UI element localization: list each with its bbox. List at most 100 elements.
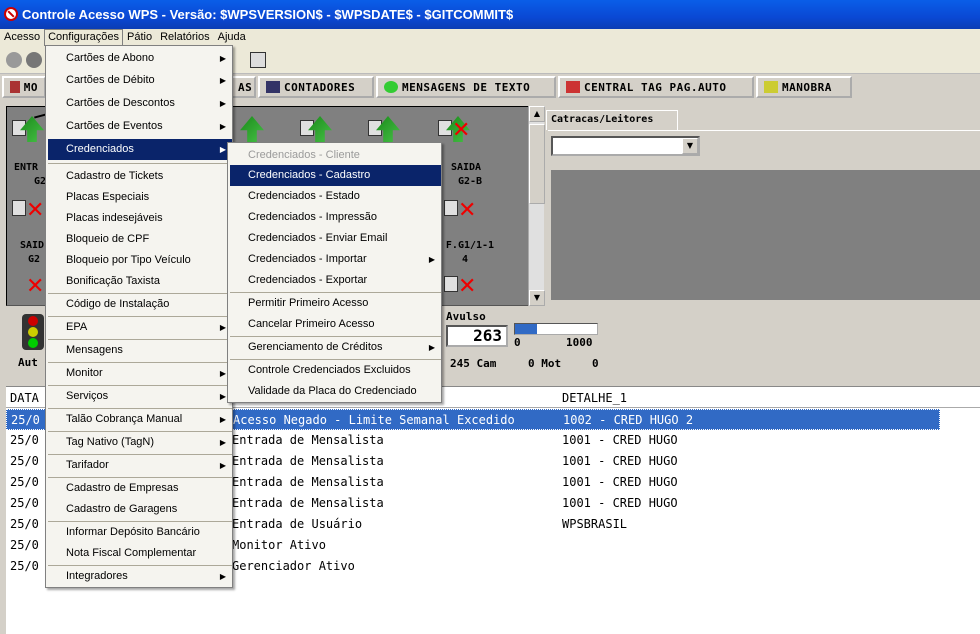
menu-item-tag-nativo[interactable]: Tag Nativo (TagN) ▶ xyxy=(48,432,232,453)
menu-item-cartoes-debito[interactable]: Cartões de Débito ▶ xyxy=(48,70,232,91)
menu-item-servicos[interactable]: Serviços ▶ xyxy=(48,386,232,407)
menu-item-permitir-primeiro-acesso[interactable]: Permitir Primeiro Acesso xyxy=(230,293,441,314)
log-event: Gerenciador Ativo xyxy=(232,559,355,573)
chevron-down-icon[interactable]: ▼ xyxy=(682,138,698,154)
log-event: Entrada de Mensalista xyxy=(232,454,384,468)
gate-label: SAIDA xyxy=(450,162,482,173)
menu-item-codigo-instalacao[interactable]: Código de Instalação xyxy=(48,294,232,315)
window-title: Controle Acesso WPS - Versão: $WPSVERSIO… xyxy=(22,7,514,22)
progress-min: 0 xyxy=(514,336,521,349)
log-event: Entrada de Mensalista xyxy=(232,475,384,489)
menu-item-cred-impressao[interactable]: Credenciados - Impressão xyxy=(230,207,441,228)
chevron-right-icon: ▶ xyxy=(219,76,226,85)
chevron-right-icon: ▶ xyxy=(219,415,226,424)
log-detail: WPSBRASIL xyxy=(562,517,628,531)
menu-item-cartoes-eventos[interactable]: Cartões de Eventos ▶ xyxy=(48,116,232,137)
menu-item-cartoes-descontos[interactable]: Cartões de Descontos ▶ xyxy=(48,93,232,114)
menu-item-placas-indesejaveis[interactable]: Placas indesejáveis xyxy=(48,208,232,229)
gate-exit-icon[interactable]: ✕ xyxy=(444,196,482,230)
menu-item-cred-cadastro[interactable]: Credenciados - Cadastro xyxy=(230,165,441,186)
menu-item-cadastro-garagens[interactable]: Cadastro de Garagens xyxy=(48,499,232,520)
counter-icon xyxy=(266,81,280,93)
log-detail: 1001 - CRED HUGO xyxy=(562,496,678,510)
chevron-right-icon: ▶ xyxy=(219,145,226,154)
scroll-up-icon[interactable]: ▲ xyxy=(529,106,545,122)
avulso-label: Avulso xyxy=(446,310,486,323)
gate-label: 4 xyxy=(462,254,469,265)
menu-item-cartoes-abono[interactable]: Cartões de Abono ▶ xyxy=(48,48,232,69)
gate-exit-icon[interactable]: ✕ xyxy=(438,116,476,150)
menu-acesso[interactable]: Acesso xyxy=(0,29,44,46)
tab-mensagens[interactable]: MENSAGENS DE TEXTO xyxy=(376,76,556,98)
key-icon xyxy=(764,81,778,93)
chevron-right-icon: ▶ xyxy=(219,323,226,332)
menu-item-cancelar-primeiro-acesso[interactable]: Cancelar Primeiro Acesso xyxy=(230,314,441,335)
menu-item-tarifador[interactable]: Tarifador ▶ xyxy=(48,455,232,476)
gate-exit-icon[interactable]: ✕ xyxy=(444,272,482,306)
menu-item-controle-excluidos[interactable]: Controle Credenciados Excluidos xyxy=(230,360,441,381)
log-event: Entrada de Usuário xyxy=(232,517,363,531)
log-date: 25/0 xyxy=(10,496,39,510)
menu-item-credenciados[interactable]: Credenciados ▶ xyxy=(48,139,232,160)
menu-ajuda[interactable]: Ajuda xyxy=(214,29,250,46)
chevron-right-icon: ▶ xyxy=(219,122,226,131)
chevron-right-icon: ▶ xyxy=(219,438,226,447)
log-detail: 1001 - CRED HUGO xyxy=(562,454,678,468)
col-data[interactable]: DATA xyxy=(10,391,39,405)
chevron-right-icon: ▶ xyxy=(219,572,226,581)
log-date: 25/0 xyxy=(10,433,39,447)
mot-count: 0 Mot xyxy=(528,357,562,370)
chevron-right-icon: ▶ xyxy=(219,369,226,378)
chevron-right-icon: ▶ xyxy=(219,392,226,401)
menu-relatorios[interactable]: Relatórios xyxy=(156,29,214,46)
menu-patio[interactable]: Pátio xyxy=(123,29,156,46)
menu-item-monitor[interactable]: Monitor ▶ xyxy=(48,363,232,384)
gate-label: SAID xyxy=(20,240,45,251)
menu-item-mensagens[interactable]: Mensagens xyxy=(48,340,232,361)
menu-configuracoes[interactable]: Configurações xyxy=(44,29,124,46)
lock-icon[interactable] xyxy=(6,52,22,68)
credenciados-submenu: Credenciados - Cliente Credenciados - Ca… xyxy=(227,142,442,403)
tab-contadores[interactable]: CONTADORES xyxy=(258,76,374,98)
clipboard-icon[interactable] xyxy=(250,52,266,68)
chevron-right-icon: ▶ xyxy=(219,461,226,470)
menu-item-talao-cobranca[interactable]: Talão Cobrança Manual ▶ xyxy=(48,409,232,430)
chevron-right-icon: ▶ xyxy=(219,99,226,108)
gate-label: G2-B xyxy=(457,176,483,187)
menu-item-integradores[interactable]: Integradores ▶ xyxy=(48,566,232,587)
progress-max: 1000 xyxy=(566,336,593,349)
menu-item-cred-importar[interactable]: Credenciados - Importar ▶ xyxy=(230,249,441,270)
configuracoes-menu: Cartões de Abono ▶ Cartões de Débito ▶ Car… xyxy=(45,45,233,588)
traffic-light-icon xyxy=(22,314,44,350)
reader-select[interactable]: ▼ xyxy=(551,136,700,156)
menu-item-cadastro-empresas[interactable]: Cadastro de Empresas xyxy=(48,478,232,499)
menu-item-epa[interactable]: EPA ▶ xyxy=(48,317,232,338)
menu-item-cadastro-tickets[interactable]: Cadastro de Tickets xyxy=(48,166,232,187)
menu-item-nota-fiscal[interactable]: Nota Fiscal Complementar xyxy=(48,543,232,564)
menu-item-bonificacao-taxista[interactable]: Bonificação Taxista xyxy=(48,271,232,292)
log-detail: 1001 - CRED HUGO xyxy=(562,475,678,489)
gate-label: F.G1/1-1 xyxy=(445,240,495,251)
chevron-right-icon: ▶ xyxy=(428,255,435,264)
menu-item-placas-especiais[interactable]: Placas Especiais xyxy=(48,187,232,208)
padlock-icon[interactable] xyxy=(26,52,42,68)
tab-manobra[interactable]: MANOBRA xyxy=(756,76,852,98)
tab-monitor[interactable]: MO xyxy=(2,76,46,98)
menu-item-cred-estado[interactable]: Credenciados - Estado xyxy=(230,186,441,207)
scroll-down-icon[interactable]: ▼ xyxy=(529,290,545,306)
menu-item-bloqueio-veiculo[interactable]: Bloqueio por Tipo Veículo xyxy=(48,250,232,271)
menu-item-cred-enviar-email[interactable]: Credenciados - Enviar Email xyxy=(230,228,441,249)
tab-as[interactable]: AS xyxy=(230,76,256,98)
menu-item-validade-placa[interactable]: Validade da Placa do Credenciado xyxy=(230,381,441,402)
scroll-thumb[interactable] xyxy=(529,124,545,204)
menu-item-deposito-bancario[interactable]: Informar Depósito Bancário xyxy=(48,522,232,543)
gates-scrollbar[interactable]: ▲ ▼ xyxy=(528,106,545,306)
avulso-counter: 263 xyxy=(446,325,508,347)
tab-catracas-leitores[interactable]: Catracas/Leitores xyxy=(546,110,678,130)
menu-item-bloqueio-cpf[interactable]: Bloqueio de CPF xyxy=(48,229,232,250)
tab-central-tag[interactable]: CENTRAL TAG PAG.AUTO xyxy=(558,76,754,98)
menu-item-cred-exportar[interactable]: Credenciados - Exportar xyxy=(230,270,441,291)
menu-item-gerenciamento-creditos[interactable]: Gerenciamento de Créditos ▶ xyxy=(230,337,441,358)
network-icon xyxy=(10,81,20,93)
col-detalhe[interactable]: DETALHE_1 xyxy=(562,391,627,405)
